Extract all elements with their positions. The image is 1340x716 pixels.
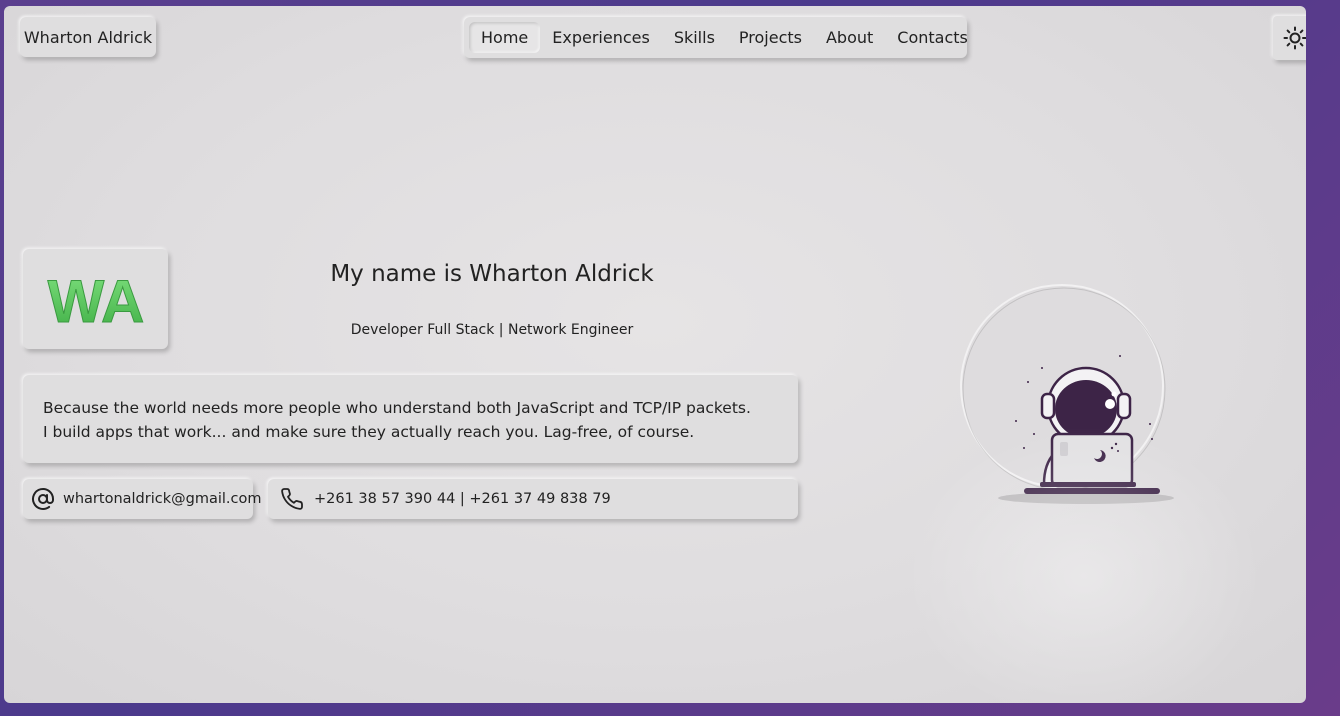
bio-card: Because the world needs more people who … <box>23 375 798 463</box>
hero-subtitle: Developer Full Stack | Network Engineer <box>350 322 634 338</box>
phone-icon <box>278 485 306 513</box>
monogram-card: WA <box>23 249 168 349</box>
hero-title: My name is Wharton Aldrick <box>330 261 654 287</box>
email-text: whartonaldrick@gmail.com <box>63 491 262 507</box>
nav-projects[interactable]: Projects <box>727 22 814 53</box>
bio-line-2: I build apps that work... and make sure … <box>43 423 695 441</box>
nav-contacts[interactable]: Contacts <box>885 22 980 53</box>
phone-text: +261 38 57 390 44 | +261 37 49 838 79 <box>314 491 611 507</box>
monogram-text: WA <box>47 268 144 334</box>
bio-line-1: Because the world needs more people who … <box>43 399 751 417</box>
brand-name: Wharton Aldrick <box>23 27 153 47</box>
sun-icon <box>1283 26 1306 50</box>
email-contact[interactable]: whartonaldrick@gmail.com <box>23 479 261 519</box>
main-nav: Home Experiences Skills Projects About C… <box>464 17 968 58</box>
nav-skills[interactable]: Skills <box>662 22 727 53</box>
at-sign-icon <box>31 485 55 513</box>
nav-home[interactable]: Home <box>469 22 541 53</box>
phone-contact[interactable]: +261 38 57 390 44 | +261 37 49 838 79 <box>268 479 798 519</box>
nav-about[interactable]: About <box>814 22 885 53</box>
brand-logo[interactable]: Wharton Aldrick <box>20 17 156 57</box>
nav-experiences[interactable]: Experiences <box>540 22 662 53</box>
monogram-logo: WA <box>47 268 145 335</box>
theme-toggle-button[interactable] <box>1273 16 1306 60</box>
page-frame: Wharton Aldrick Home Experiences Skills … <box>4 6 1306 703</box>
astronaut-laptop-illustration <box>960 284 1174 504</box>
